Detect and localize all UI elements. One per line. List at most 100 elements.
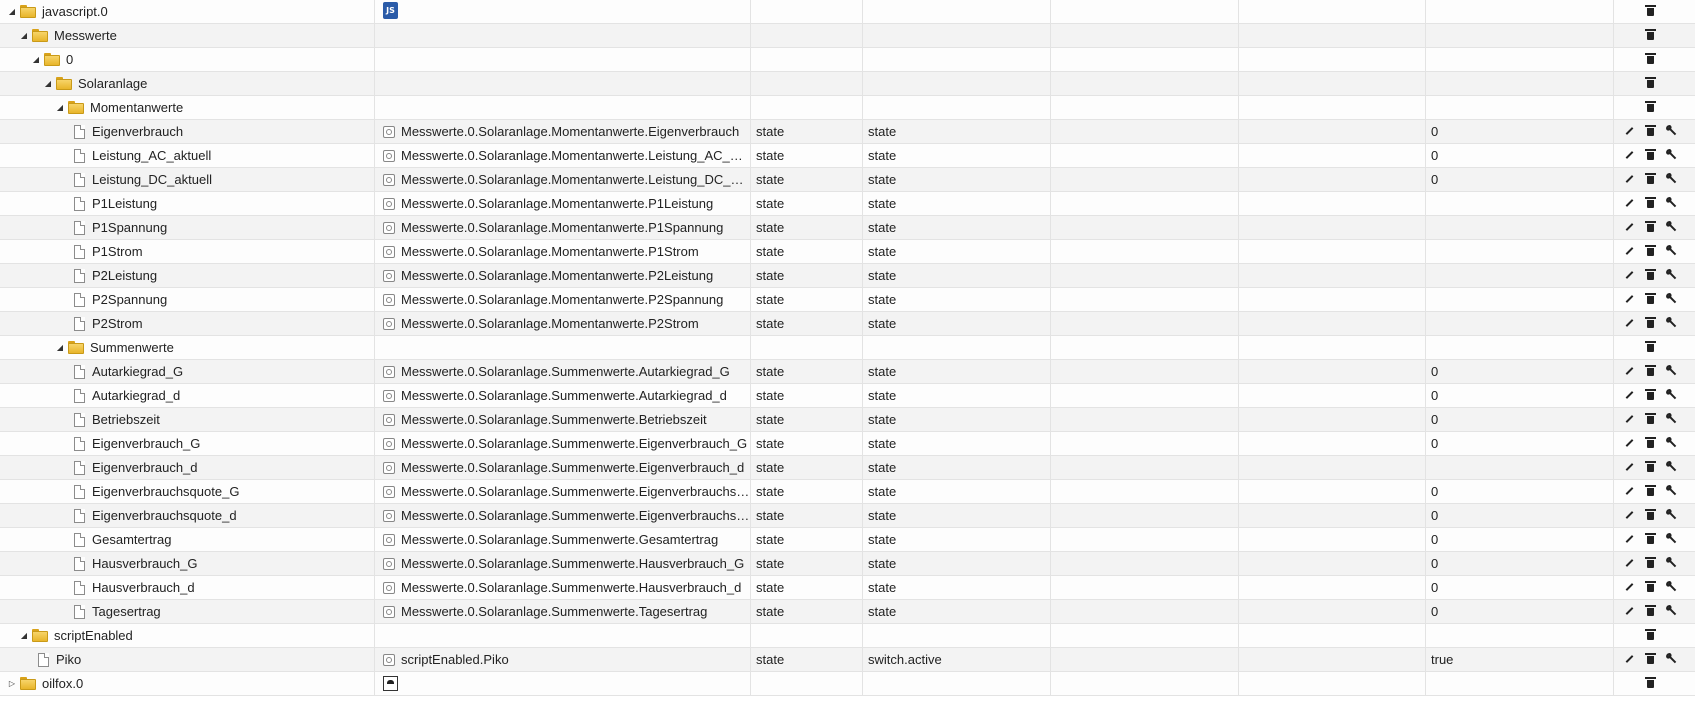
settings-button[interactable] (1663, 172, 1680, 188)
collapse-toggle-icon[interactable]: ◢ (30, 48, 42, 72)
state-row[interactable]: Gesamtertrag Messwerte.0.Solaranlage.Summ… (0, 528, 1695, 552)
state-row[interactable]: P1Spannung Messwerte.0.Solaranlage.Moment… (0, 216, 1695, 240)
value-cell[interactable] (1426, 336, 1614, 360)
delete-button[interactable] (1642, 508, 1659, 524)
edit-button[interactable] (1621, 460, 1638, 476)
value-cell[interactable] (1426, 456, 1614, 480)
state-row[interactable]: Piko scriptEnabled.Piko state switch.active… (0, 648, 1695, 672)
state-row[interactable]: Autarkiegrad_G Messwerte.0.Solaranlage.Su… (0, 360, 1695, 384)
value-cell[interactable] (1426, 264, 1614, 288)
delete-button[interactable] (1642, 244, 1659, 260)
delete-button[interactable] (1642, 484, 1659, 500)
edit-button[interactable] (1621, 124, 1638, 140)
edit-button[interactable] (1621, 268, 1638, 284)
delete-button[interactable] (1642, 460, 1659, 476)
value-cell[interactable]: 0 (1426, 384, 1614, 408)
value-cell[interactable]: 0 (1426, 168, 1614, 192)
value-cell[interactable] (1426, 288, 1614, 312)
state-row[interactable]: Eigenverbrauch_G Messwerte.0.Solaranlage.… (0, 432, 1695, 456)
state-row[interactable]: Eigenverbrauchsquote_G Messwerte.0.Solara… (0, 480, 1695, 504)
edit-button[interactable] (1621, 484, 1638, 500)
folder-row[interactable]: ▷ oilfox.0 (0, 672, 1695, 696)
settings-button[interactable] (1663, 196, 1680, 212)
state-row[interactable]: Leistung_AC_aktuell Messwerte.0.Solaranla… (0, 144, 1695, 168)
edit-button[interactable] (1621, 148, 1638, 164)
edit-button[interactable] (1621, 388, 1638, 404)
folder-row[interactable]: ◢ scriptEnabled (0, 624, 1695, 648)
delete-button[interactable] (1642, 652, 1659, 668)
value-cell[interactable]: 0 (1426, 360, 1614, 384)
settings-button[interactable] (1663, 580, 1680, 596)
delete-button[interactable] (1642, 196, 1659, 212)
delete-button[interactable] (1642, 28, 1659, 44)
state-row[interactable]: P1Leistung Messwerte.0.Solaranlage.Moment… (0, 192, 1695, 216)
value-cell[interactable]: 0 (1426, 408, 1614, 432)
expand-toggle-icon[interactable]: ▷ (6, 672, 18, 696)
delete-button[interactable] (1642, 100, 1659, 116)
delete-button[interactable] (1642, 628, 1659, 644)
edit-button[interactable] (1621, 508, 1638, 524)
value-cell[interactable] (1426, 624, 1614, 648)
delete-button[interactable] (1642, 340, 1659, 356)
settings-button[interactable] (1663, 268, 1680, 284)
delete-button[interactable] (1642, 292, 1659, 308)
state-row[interactable]: P2Leistung Messwerte.0.Solaranlage.Moment… (0, 264, 1695, 288)
settings-button[interactable] (1663, 364, 1680, 380)
state-row[interactable]: Hausverbrauch_G Messwerte.0.Solaranlage.S… (0, 552, 1695, 576)
state-row[interactable]: Hausverbrauch_d Messwerte.0.Solaranlage.S… (0, 576, 1695, 600)
collapse-toggle-icon[interactable]: ◢ (18, 624, 30, 648)
settings-button[interactable] (1663, 532, 1680, 548)
state-row[interactable]: Tagesertrag Messwerte.0.Solaranlage.Summe… (0, 600, 1695, 624)
value-cell[interactable]: 0 (1426, 504, 1614, 528)
delete-button[interactable] (1642, 172, 1659, 188)
state-row[interactable]: Eigenverbrauch_d Messwerte.0.Solaranlage.… (0, 456, 1695, 480)
delete-button[interactable] (1642, 4, 1659, 20)
settings-button[interactable] (1663, 508, 1680, 524)
value-cell[interactable] (1426, 24, 1614, 48)
folder-row[interactable]: ◢ 0 (0, 48, 1695, 72)
edit-button[interactable] (1621, 604, 1638, 620)
edit-button[interactable] (1621, 556, 1638, 572)
delete-button[interactable] (1642, 532, 1659, 548)
edit-button[interactable] (1621, 292, 1638, 308)
settings-button[interactable] (1663, 388, 1680, 404)
state-row[interactable]: Eigenverbrauch Messwerte.0.Solaranlage.Mo… (0, 120, 1695, 144)
settings-button[interactable] (1663, 316, 1680, 332)
value-cell[interactable]: 0 (1426, 552, 1614, 576)
value-cell[interactable] (1426, 216, 1614, 240)
state-row[interactable]: P1Strom Messwerte.0.Solaranlage.Momentanw… (0, 240, 1695, 264)
delete-button[interactable] (1642, 364, 1659, 380)
edit-button[interactable] (1621, 316, 1638, 332)
folder-row[interactable]: ◢ Momentanwerte (0, 96, 1695, 120)
edit-button[interactable] (1621, 580, 1638, 596)
settings-button[interactable] (1663, 460, 1680, 476)
settings-button[interactable] (1663, 436, 1680, 452)
folder-row[interactable]: ◢ Summenwerte (0, 336, 1695, 360)
delete-button[interactable] (1642, 124, 1659, 140)
delete-button[interactable] (1642, 220, 1659, 236)
state-row[interactable]: P2Strom Messwerte.0.Solaranlage.Momentanw… (0, 312, 1695, 336)
edit-button[interactable] (1621, 436, 1638, 452)
settings-button[interactable] (1663, 652, 1680, 668)
state-row[interactable]: P2Spannung Messwerte.0.Solaranlage.Moment… (0, 288, 1695, 312)
value-cell[interactable]: true (1426, 648, 1614, 672)
collapse-toggle-icon[interactable]: ◢ (54, 96, 66, 120)
delete-button[interactable] (1642, 148, 1659, 164)
value-cell[interactable] (1426, 48, 1614, 72)
edit-button[interactable] (1621, 412, 1638, 428)
value-cell[interactable] (1426, 312, 1614, 336)
value-cell[interactable]: 0 (1426, 120, 1614, 144)
value-cell[interactable]: 0 (1426, 576, 1614, 600)
delete-button[interactable] (1642, 388, 1659, 404)
value-cell[interactable] (1426, 672, 1614, 696)
value-cell[interactable]: 0 (1426, 528, 1614, 552)
settings-button[interactable] (1663, 292, 1680, 308)
state-row[interactable]: Leistung_DC_aktuell Messwerte.0.Solaranla… (0, 168, 1695, 192)
delete-button[interactable] (1642, 604, 1659, 620)
delete-button[interactable] (1642, 268, 1659, 284)
folder-row[interactable]: ◢ Solaranlage (0, 72, 1695, 96)
settings-button[interactable] (1663, 220, 1680, 236)
value-cell[interactable]: 0 (1426, 144, 1614, 168)
collapse-toggle-icon[interactable]: ◢ (6, 0, 18, 24)
folder-row[interactable]: ◢ Messwerte (0, 24, 1695, 48)
